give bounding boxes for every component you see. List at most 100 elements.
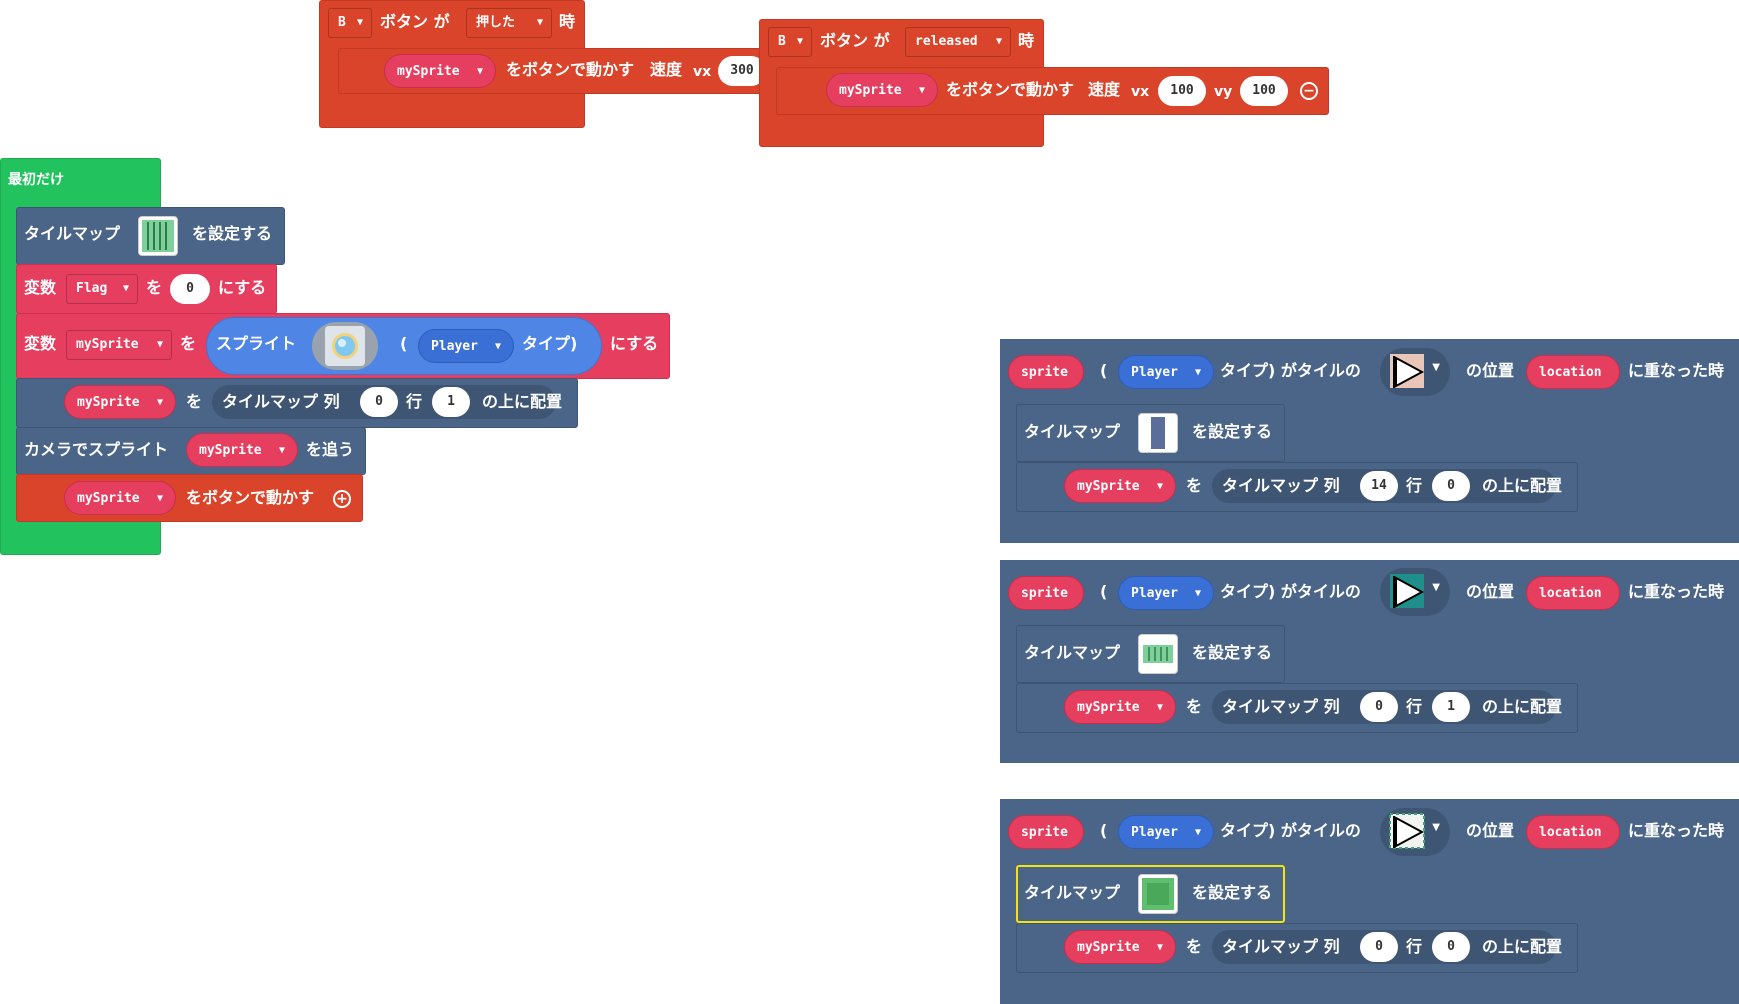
o-label: を xyxy=(146,278,163,297)
chevron-down-icon: ▼ xyxy=(156,397,163,408)
speed-label: 速度 xyxy=(1088,80,1121,99)
kind-dropdown-value: Player xyxy=(1131,586,1178,601)
sprite-label: スプライト xyxy=(216,334,297,353)
vy-label: vy xyxy=(1214,84,1233,100)
variable-dropdown[interactable]: mySprite ▼ xyxy=(66,330,172,360)
tilemap-thumbnail-icon[interactable] xyxy=(138,216,178,256)
set-variable-label: 変数 xyxy=(24,278,57,297)
event-dropdown[interactable]: 押した ▼ xyxy=(466,8,552,38)
chevron-down-icon: ▼ xyxy=(356,17,363,28)
col-input[interactable]: 0 xyxy=(1360,932,1398,962)
sprite-param-pill[interactable]: sprite xyxy=(1008,815,1084,849)
chevron-down-icon: ▼ xyxy=(494,341,501,352)
kind-dropdown[interactable]: Player ▼ xyxy=(1118,815,1214,849)
add-parameters-button[interactable]: + xyxy=(333,490,351,508)
kind-dropdown[interactable]: Player ▼ xyxy=(418,329,514,363)
sprite-variable-value: mySprite xyxy=(1077,700,1140,715)
o-label: を xyxy=(186,392,203,411)
tilemap-col-label: タイルマップ 列 xyxy=(1222,697,1340,716)
sprite-variable-dropdown[interactable]: mySprite ▼ xyxy=(186,433,298,467)
row-input[interactable]: 0 xyxy=(1432,932,1470,962)
o-label: を xyxy=(1186,476,1203,495)
variable-dropdown[interactable]: Flag ▼ xyxy=(66,274,138,304)
type-close-label: タイプ) xyxy=(522,334,578,353)
sprite-image-frame xyxy=(325,326,365,366)
sprite-param-pill[interactable]: sprite xyxy=(1008,355,1084,389)
chevron-down-icon: ▼ xyxy=(1156,702,1163,713)
set-variable-label: 変数 xyxy=(24,334,57,353)
sprite-variable-dropdown[interactable]: mySprite ▼ xyxy=(64,481,176,515)
chevron-down-icon: ▼ xyxy=(1432,582,1440,593)
row-input[interactable]: 0 xyxy=(1432,471,1470,501)
col-input[interactable]: 0 xyxy=(360,387,398,417)
paren-open-label: ( xyxy=(1100,821,1108,840)
sprite-variable-dropdown[interactable]: mySprite ▼ xyxy=(1064,469,1176,503)
kind-dropdown[interactable]: Player ▼ xyxy=(1118,576,1214,610)
tilemap-preview xyxy=(1151,417,1165,449)
type-ga-tile-label: タイプ) がタイルの xyxy=(1220,582,1361,601)
chevron-down-icon: ▼ xyxy=(1194,588,1201,599)
flag-tile-icon xyxy=(1390,574,1425,608)
sprite-variable-dropdown[interactable]: mySprite ▼ xyxy=(384,54,496,88)
vx-input[interactable]: 100 xyxy=(1158,76,1206,106)
location-param-pill[interactable]: location xyxy=(1526,355,1620,389)
tile-picker[interactable]: ▼ xyxy=(1380,808,1450,856)
vy-input[interactable]: 100 xyxy=(1240,76,1288,106)
sprite-variable-dropdown[interactable]: mySprite ▼ xyxy=(826,73,938,107)
overlap-toki-label: に重なった時 xyxy=(1628,582,1725,601)
no-ichi-label: の位置 xyxy=(1466,361,1515,380)
chevron-down-icon: ▼ xyxy=(476,66,483,77)
chevron-down-icon: ▼ xyxy=(1194,827,1201,838)
camera-follow-label: カメラでスプライト xyxy=(24,440,169,459)
sprite-image-preview xyxy=(332,333,358,359)
place-on-label: の上に配置 xyxy=(1482,476,1563,495)
row-label: 行 xyxy=(1406,697,1423,716)
kind-dropdown[interactable]: Player ▼ xyxy=(1118,355,1214,389)
location-param-pill[interactable]: location xyxy=(1526,576,1620,610)
chevron-down-icon: ▼ xyxy=(122,283,129,294)
sprite-variable-dropdown[interactable]: mySprite ▼ xyxy=(1064,690,1176,724)
event-dropdown[interactable]: released ▼ xyxy=(905,27,1011,57)
row-input[interactable]: 1 xyxy=(432,387,470,417)
tilemap-thumbnail-icon[interactable] xyxy=(1138,874,1178,914)
location-param-value: location xyxy=(1539,586,1602,601)
type-ga-tile-label: タイプ) がタイルの xyxy=(1220,821,1361,840)
button-ga-label: ボタン が xyxy=(820,31,890,50)
tilemap-thumbnail-icon[interactable] xyxy=(1138,634,1178,674)
row-label: 行 xyxy=(406,392,423,411)
toki-label: 時 xyxy=(1018,31,1035,50)
kind-dropdown-value: Player xyxy=(1131,825,1178,840)
tilemap-thumbnail-icon[interactable] xyxy=(1138,413,1178,453)
event-dropdown-value: released xyxy=(915,34,978,49)
button-ga-label: ボタン が xyxy=(380,12,450,31)
sprite-variable-value: mySprite xyxy=(397,64,460,79)
sprite-variable-dropdown[interactable]: mySprite ▼ xyxy=(64,385,176,419)
remove-parameters-button[interactable]: − xyxy=(1300,82,1318,100)
col-input[interactable]: 14 xyxy=(1360,471,1398,501)
location-param-pill[interactable]: location xyxy=(1526,815,1620,849)
chevron-down-icon: ▼ xyxy=(995,36,1002,47)
tile-picker[interactable]: ▼ xyxy=(1380,568,1450,616)
button-dropdown[interactable]: B ▼ xyxy=(768,27,812,57)
sprite-param-pill[interactable]: sprite xyxy=(1008,576,1084,610)
nisuru-label: にする xyxy=(218,278,267,297)
tilemap-preview xyxy=(142,220,174,252)
place-on-label: の上に配置 xyxy=(482,392,563,411)
flag-value-input[interactable]: 0 xyxy=(170,274,210,304)
place-on-label: の上に配置 xyxy=(1482,937,1563,956)
col-input[interactable]: 0 xyxy=(1360,692,1398,722)
tile-picker[interactable]: ▼ xyxy=(1380,348,1450,396)
location-param-value: location xyxy=(1539,365,1602,380)
row-input[interactable]: 1 xyxy=(1432,692,1470,722)
sprite-variable-dropdown[interactable]: mySprite ▼ xyxy=(1064,930,1176,964)
move-with-buttons-label: をボタンで動かす xyxy=(946,80,1075,99)
sprite-image-icon[interactable] xyxy=(312,322,378,370)
button-dropdown[interactable]: B ▼ xyxy=(328,8,372,38)
overlap-toki-label: に重なった時 xyxy=(1628,361,1725,380)
chevron-down-icon: ▼ xyxy=(918,85,925,96)
location-param-value: location xyxy=(1539,825,1602,840)
vx-label: vx xyxy=(693,64,712,80)
set-tilemap-label: を設定する xyxy=(1192,422,1273,441)
sprite-variable-value: mySprite xyxy=(839,83,902,98)
set-tilemap-label: を設定する xyxy=(192,224,273,243)
